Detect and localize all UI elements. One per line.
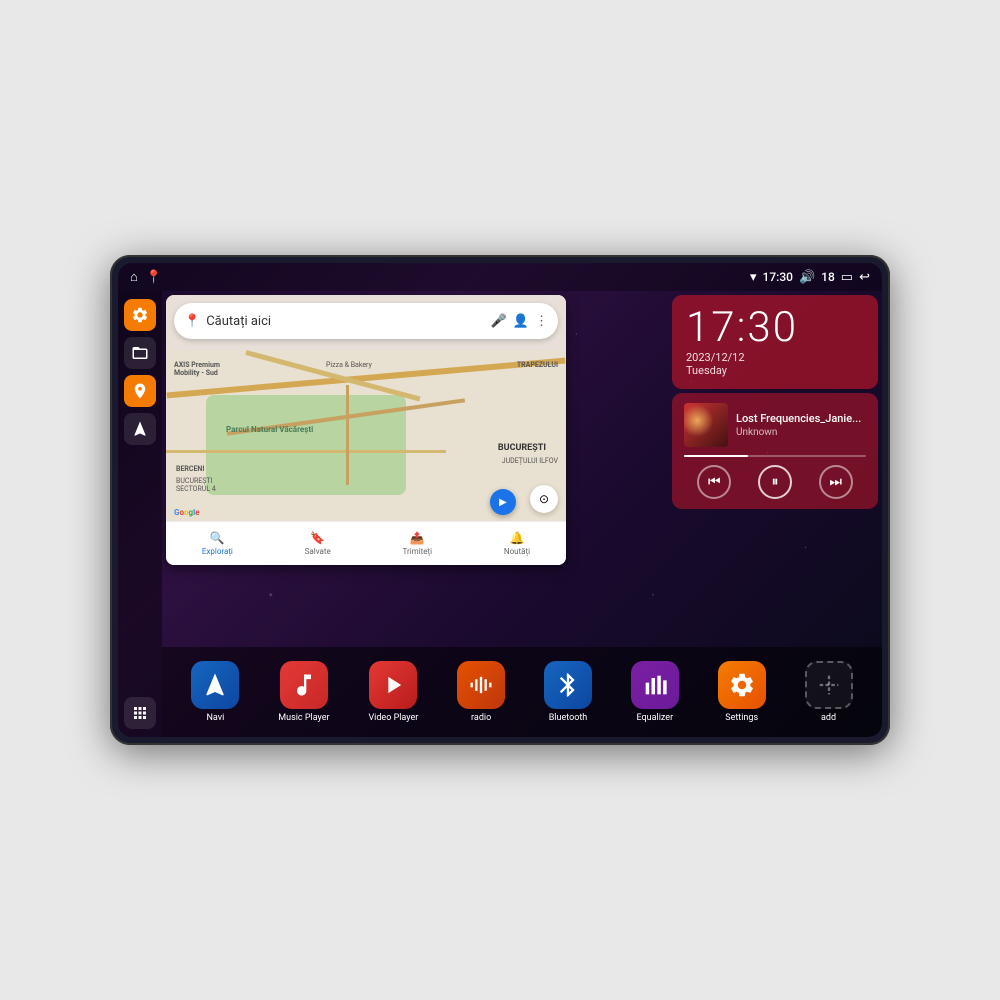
music-progress-fill [684, 455, 748, 457]
map-explore-tab[interactable]: 🔍 Explorați [202, 531, 233, 556]
add-label: add [821, 713, 836, 724]
volume-icon: 🔊 [799, 270, 815, 285]
music-next-button[interactable]: ⏭ [819, 465, 853, 499]
album-art-image [684, 403, 728, 447]
equalizer-label: Equalizer [637, 713, 674, 724]
music-info: Lost Frequencies_Janie... Unknown [684, 403, 866, 447]
video-player-label: Video Player [368, 713, 418, 724]
map-label-sector: BUCUREȘTISECTORUL 4 [176, 477, 216, 493]
wifi-icon: ▾ [750, 270, 757, 285]
device-frame: ⌂ 📍 ▾ 17:30 🔊 18 ▭ ↩ [110, 255, 890, 745]
sidebar-files-button[interactable] [124, 337, 156, 369]
app-dock: Navi Music Player Video Player [162, 647, 882, 737]
sidebar-map-button[interactable] [124, 375, 156, 407]
app-video[interactable]: Video Player [368, 661, 418, 724]
google-logo: Google [174, 508, 200, 517]
music-progress-bar[interactable] [684, 455, 866, 457]
music-widget: Lost Frequencies_Janie... Unknown ⏮ ⏸ ⏭ [672, 393, 878, 509]
music-pause-button[interactable]: ⏸ [758, 465, 792, 499]
battery-level: 18 [821, 270, 835, 284]
sidebar [118, 291, 162, 737]
bluetooth-label: Bluetooth [549, 713, 588, 724]
radio-label: radio [471, 713, 491, 724]
status-bar-right: ▾ 17:30 🔊 18 ▭ ↩ [750, 270, 870, 285]
status-bar-left: ⌂ 📍 [130, 269, 162, 285]
map-label-park: Parcul Natural Văcărești [226, 425, 313, 434]
google-maps-icon: 📍 [184, 314, 200, 329]
road-4 [166, 450, 446, 453]
music-player-icon [280, 661, 328, 709]
music-controls: ⏮ ⏸ ⏭ [684, 465, 866, 499]
sidebar-apps-button[interactable] [124, 697, 156, 729]
navi-label: Navi [207, 713, 225, 724]
map-bottom-bar: 🔍 Explorați 🔖 Salvate 📤 [166, 521, 566, 565]
status-bar: ⌂ 📍 ▾ 17:30 🔊 18 ▭ ↩ [118, 263, 882, 291]
home-nav-icon[interactable]: ⌂ [130, 269, 138, 285]
status-time: 17:30 [763, 270, 793, 284]
clock-time: 17:30 [686, 307, 864, 349]
map-search-text: Căutați aici [206, 314, 484, 329]
map-location-button[interactable]: ⊙ [530, 485, 558, 513]
right-panel: 17:30 2023/12/12 Tuesday [672, 291, 882, 647]
map-label-berceni: BERCENI [176, 465, 204, 473]
music-player-label: Music Player [278, 713, 329, 724]
account-icon[interactable]: 👤 [513, 314, 529, 329]
road-5 [346, 385, 349, 485]
navi-icon [191, 661, 239, 709]
map-container[interactable]: AXIS PremiumMobility - Sud Pizza & Baker… [166, 295, 566, 565]
sidebar-settings-button[interactable] [124, 299, 156, 331]
equalizer-icon [631, 661, 679, 709]
mic-icon[interactable]: 🎤 [491, 314, 507, 329]
music-title: Lost Frequencies_Janie... [736, 412, 866, 425]
map-background: AXIS PremiumMobility - Sud Pizza & Baker… [166, 295, 566, 565]
map-label-axis: AXIS PremiumMobility - Sud [174, 361, 220, 377]
app-radio[interactable]: radio [457, 661, 505, 724]
back-icon[interactable]: ↩ [859, 270, 870, 285]
app-bluetooth[interactable]: Bluetooth [544, 661, 592, 724]
music-prev-button[interactable]: ⏮ [697, 465, 731, 499]
map-label-pizza: Pizza & Bakery [326, 361, 372, 369]
bluetooth-icon [544, 661, 592, 709]
map-saved-tab[interactable]: 🔖 Salvate [305, 531, 331, 556]
music-artist: Unknown [736, 427, 866, 438]
settings-label: Settings [725, 713, 758, 724]
map-share-tab[interactable]: 📤 Trimiteți [403, 531, 433, 556]
settings-icon [718, 661, 766, 709]
album-art [684, 403, 728, 447]
radio-icon [457, 661, 505, 709]
app-music[interactable]: Music Player [278, 661, 329, 724]
map-label-jud: JUDEȚULUI ILFOV [502, 457, 558, 465]
main-area: AXIS PremiumMobility - Sud Pizza & Baker… [118, 291, 882, 737]
device-screen: ⌂ 📍 ▾ 17:30 🔊 18 ▭ ↩ [118, 263, 882, 737]
sidebar-nav-button[interactable] [124, 413, 156, 445]
add-icon [805, 661, 853, 709]
app-equalizer[interactable]: Equalizer [631, 661, 679, 724]
maps-nav-icon[interactable]: 📍 [146, 270, 162, 285]
battery-icon: ▭ [841, 270, 853, 285]
map-area[interactable]: AXIS PremiumMobility - Sud Pizza & Baker… [162, 291, 672, 647]
clock-widget: 17:30 2023/12/12 Tuesday [672, 295, 878, 389]
app-add[interactable]: add [805, 661, 853, 724]
map-search-bar[interactable]: 📍 Căutați aici 🎤 👤 ⋮ [174, 303, 558, 339]
app-settings[interactable]: Settings [718, 661, 766, 724]
map-nav-button[interactable]: ▶ [490, 489, 516, 515]
clock-date: 2023/12/12 Tuesday [686, 351, 864, 377]
more-icon[interactable]: ⋮ [535, 314, 548, 329]
map-label-buc: BUCUREȘTI [498, 443, 546, 453]
music-text: Lost Frequencies_Janie... Unknown [736, 412, 866, 438]
map-news-tab[interactable]: 🔔 Noutăți [504, 531, 530, 556]
map-label-trap: TRAPEZULUI [517, 361, 558, 369]
app-navi[interactable]: Navi [191, 661, 239, 724]
video-player-icon [369, 661, 417, 709]
